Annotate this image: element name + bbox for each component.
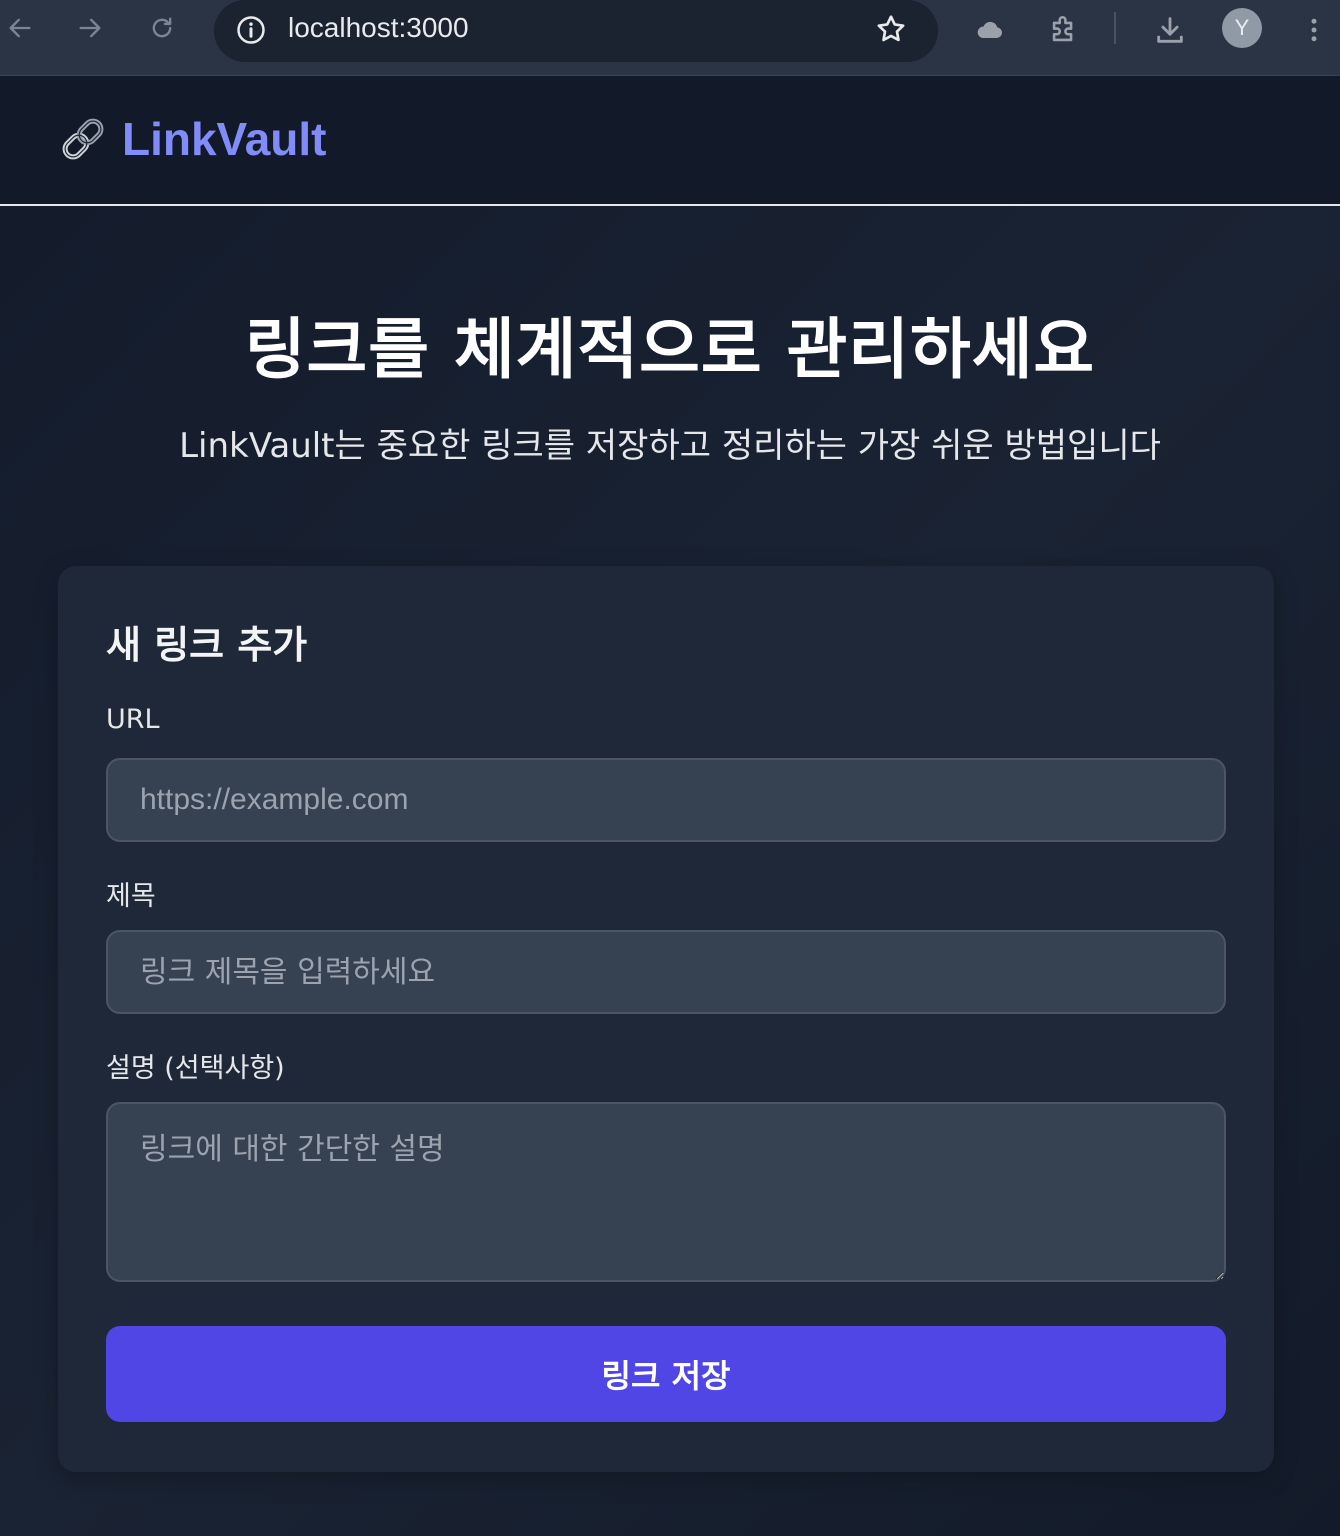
star-icon[interactable] [874,12,908,46]
back-icon[interactable] [2,10,38,46]
title-label: 제목 [106,881,156,912]
brand-name: LinkVault [122,113,327,165]
more-icon[interactable] [1294,10,1334,50]
toolbar-divider [1114,12,1116,44]
browser-toolbar: localhost:3000 Y [0,0,1340,76]
url-input[interactable] [106,758,1226,842]
extensions-icon[interactable] [1044,10,1084,50]
hero-title: 링크를 체계적으로 관리하세요 [244,311,1096,388]
description-label: 설명 (선택사항) [106,1053,285,1084]
link-icon [58,114,108,164]
address-url[interactable]: localhost:3000 [288,12,469,44]
profile-avatar[interactable]: Y [1222,8,1262,48]
info-icon[interactable] [234,13,268,47]
save-link-button[interactable]: 링크 저장 [106,1326,1226,1422]
hero-subtitle: LinkVault는 중요한 링크를 저장하고 정리하는 가장 쉬운 방법입니다 [179,426,1161,466]
title-input[interactable] [106,930,1226,1014]
brand-logo[interactable]: LinkVault [58,112,326,166]
cloud-icon[interactable] [970,10,1010,50]
download-icon[interactable] [1150,10,1190,50]
address-bar[interactable]: localhost:3000 [214,0,938,62]
url-label: URL [106,704,160,735]
description-textarea[interactable] [106,1102,1226,1282]
forward-icon[interactable] [72,10,108,46]
reload-icon[interactable] [144,10,180,46]
form-title: 새 링크 추가 [106,623,308,667]
